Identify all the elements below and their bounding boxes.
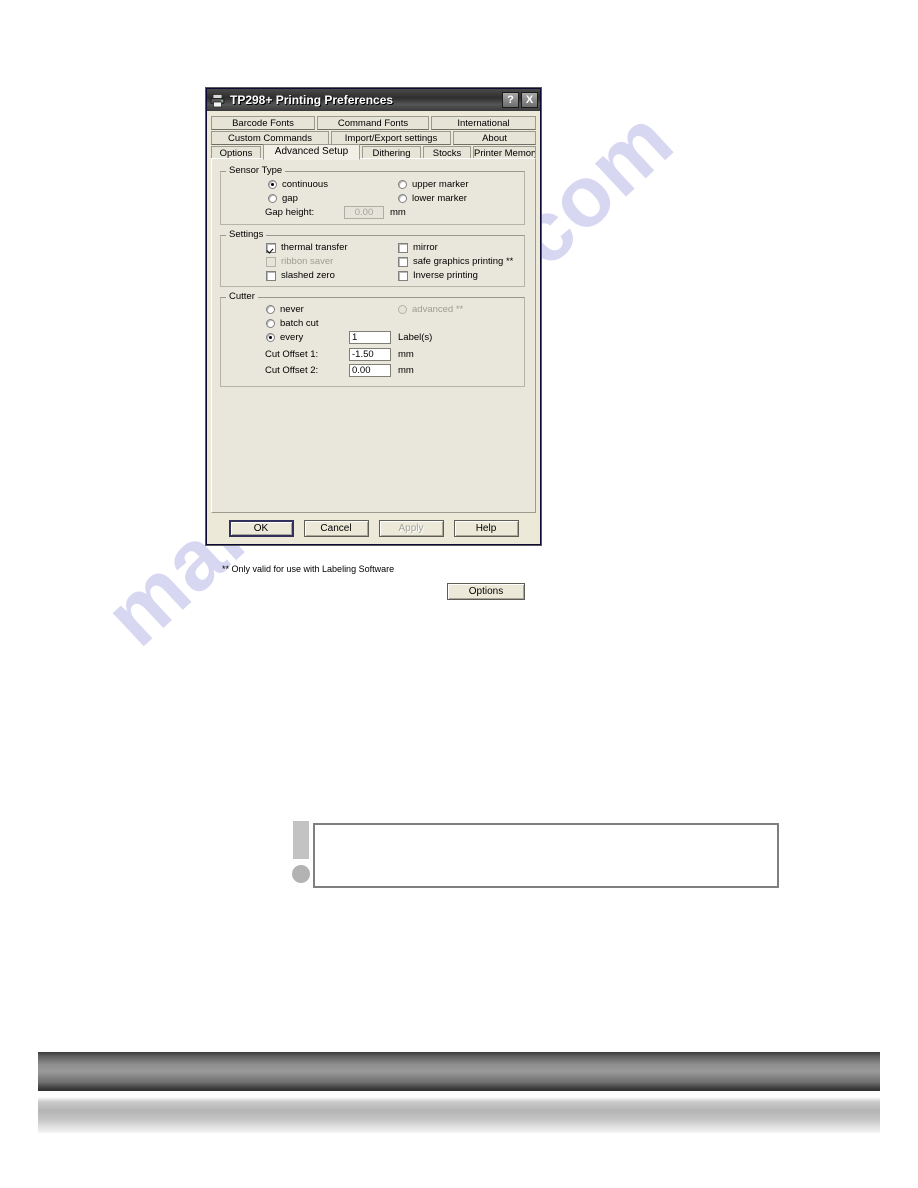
radio-continuous-label: continuous [282,179,328,190]
dialog-footer: OK Cancel Apply Help [207,520,540,537]
radio-lower-marker-indicator [398,194,407,203]
radio-gap-indicator [268,194,277,203]
exclamation-dot [292,865,310,883]
advanced-setup-page: Sensor Type continuous gap upper marker … [211,158,536,600]
cut-offset-1-label: Cut Offset 1: [265,349,319,360]
checkbox-mirror[interactable]: mirror [398,242,438,253]
checkbox-thermal-transfer-label: thermal transfer [281,242,348,253]
radio-upper-marker[interactable]: upper marker [398,179,469,190]
tab-command-fonts[interactable]: Command Fonts [317,116,429,130]
gap-height-row: Gap height: [265,207,314,218]
exclamation-icon [291,821,311,883]
labeling-software-footnote: ** Only valid for use with Labeling Soft… [222,564,395,574]
radio-advanced-indicator [398,305,407,314]
help-titlebar-button[interactable]: ? [502,92,519,108]
cut-offset-2-input[interactable]: 0.00 [349,364,391,377]
checkbox-inverse-printing[interactable]: Inverse printing [398,270,478,281]
cancel-button[interactable]: Cancel [303,520,369,537]
checkbox-ribbon-saver-indicator [266,256,276,267]
cutter-group: Cutter never batch cut every 1 Label(s) [220,291,525,387]
every-labels-unit: Label(s) [398,332,433,343]
settings-label: Settings [226,229,267,240]
checkbox-safe-graphics-printing[interactable]: safe graphics printing ** [398,256,513,267]
radio-every[interactable]: every [266,332,303,343]
radio-upper-marker-label: upper marker [412,179,469,190]
radio-continuous[interactable]: continuous [268,179,328,190]
sensor-type-group: Sensor Type continuous gap upper marker … [220,165,525,225]
radio-batch-cut-label: batch cut [280,318,319,329]
checkbox-safe-graphics-printing-indicator [398,256,408,267]
cut-offset-2-unit: mm [398,365,414,376]
cut-offset-2-label: Cut Offset 2: [265,365,319,376]
gap-height-unit: mm [390,207,406,218]
checkbox-ribbon-saver-label: ribbon saver [281,256,334,267]
tab-international[interactable]: International [431,116,536,130]
radio-never-label: never [280,304,304,315]
radio-every-label: every [280,332,304,343]
note-callout-box [313,823,779,888]
checkbox-slashed-zero[interactable]: slashed zero [266,270,335,281]
dialog-titlebar[interactable]: TP298+ Printing Preferences ? X [207,89,540,111]
dialog-title: TP298+ Printing Preferences [230,93,394,107]
radio-advanced-label: advanced ** [412,304,464,315]
tab-advanced-setup[interactable]: Advanced Setup [263,144,360,160]
checkbox-thermal-transfer[interactable]: thermal transfer [266,242,348,253]
checkbox-safe-graphics-printing-label: safe graphics printing ** [413,256,514,267]
tab-row-1: Barcode Fonts Command Fonts Internationa… [211,116,536,130]
radio-batch-cut[interactable]: batch cut [266,318,319,329]
checkbox-thermal-transfer-indicator [266,242,276,253]
radio-every-indicator [266,333,275,342]
tab-import-export-settings[interactable]: Import/Export settings [331,131,451,145]
radio-lower-marker-label: lower marker [412,193,467,204]
radio-batch-cut-indicator [266,319,275,328]
gap-height-label: Gap height: [265,207,315,218]
apply-button: Apply [378,520,444,537]
cutter-label: Cutter [226,291,258,302]
checkbox-mirror-indicator [398,242,408,253]
checkbox-slashed-zero-indicator [266,270,276,281]
tab-custom-commands[interactable]: Custom Commands [211,131,329,145]
radio-gap[interactable]: gap [268,193,298,204]
checkbox-mirror-label: mirror [413,242,438,253]
checkbox-inverse-printing-indicator [398,270,408,281]
checkbox-inverse-printing-label: Inverse printing [413,270,478,281]
tab-strip: Barcode Fonts Command Fonts Internationa… [207,111,540,160]
titlebar-buttons: ? X [502,92,538,108]
radio-gap-label: gap [282,193,298,204]
radio-advanced[interactable]: advanced ** [398,304,463,315]
cut-offset-1-unit: mm [398,349,414,360]
settings-group: Settings thermal transfer ribbon saver s… [220,229,525,287]
tab-about[interactable]: About [453,131,536,145]
tab-barcode-fonts[interactable]: Barcode Fonts [211,116,315,130]
ok-button[interactable]: OK [228,520,294,537]
radio-continuous-indicator [268,180,277,189]
footer-bar-dark [38,1052,880,1091]
help-button[interactable]: Help [453,520,519,537]
footer-bar-light [38,1097,880,1133]
options-button[interactable]: Options [447,583,525,600]
tab-row-2: Custom Commands Import/Export settings A… [211,131,536,145]
radio-lower-marker[interactable]: lower marker [398,193,467,204]
exclamation-bar [293,821,309,859]
printing-preferences-dialog: TP298+ Printing Preferences ? X Barcode … [206,88,541,600]
printer-icon [210,93,226,108]
radio-never-indicator [266,305,275,314]
sensor-type-label: Sensor Type [226,165,286,176]
cutter-body: never batch cut every 1 Label(s) advance… [220,291,525,387]
checkbox-slashed-zero-label: slashed zero [281,270,335,281]
close-icon[interactable]: X [521,92,538,108]
radio-upper-marker-indicator [398,180,407,189]
checkbox-ribbon-saver[interactable]: ribbon saver [266,256,333,267]
radio-never[interactable]: never [266,304,304,315]
gap-height-input[interactable]: 0.00 [344,206,384,219]
cut-offset-1-input[interactable]: -1.50 [349,348,391,361]
every-labels-input[interactable]: 1 [349,331,391,344]
